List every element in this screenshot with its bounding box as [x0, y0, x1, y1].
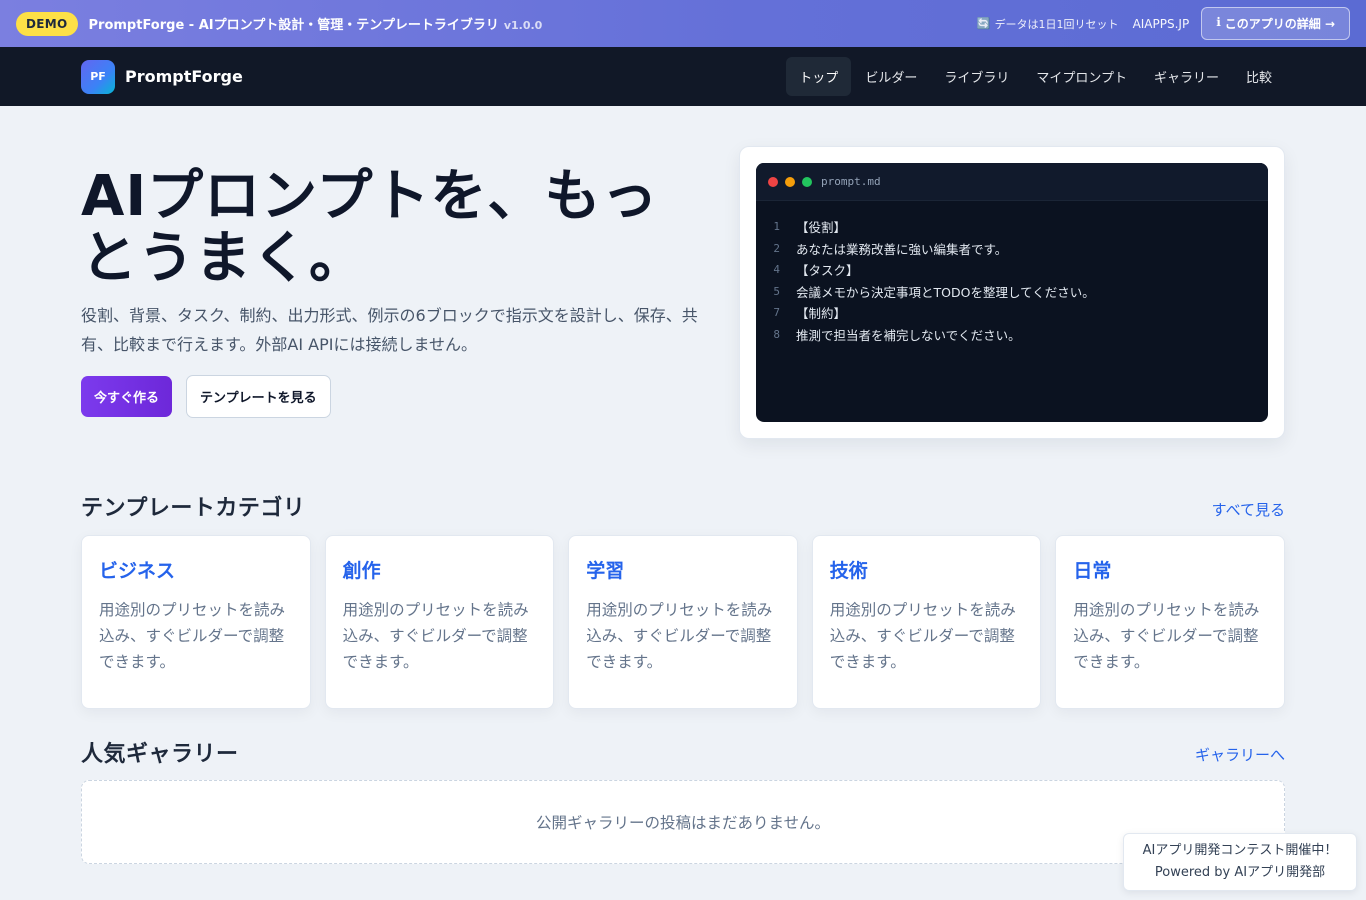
code-line: 7 【制約】: [756, 302, 1268, 324]
nav-link-gallery[interactable]: ギャラリー: [1141, 57, 1232, 96]
line-number: 7: [773, 306, 780, 320]
card-title: 学習: [586, 560, 625, 582]
code-line: 4 【タスク】: [756, 259, 1268, 281]
code-editor-preview: prompt.md 1 【役割】 2 あなたは業務改善に強い編集者です。 4 【タスク…: [756, 163, 1268, 422]
nav-link-library[interactable]: ライブラリ: [931, 57, 1022, 96]
card-description: 用途別のプリセットを読み込み、すぐビルダーで調整できます。: [99, 601, 286, 671]
prompt-preview-card: prompt.md 1 【役割】 2 あなたは業務改善に強い編集者です。 4 【タスク…: [739, 146, 1285, 439]
editor-titlebar: prompt.md: [756, 163, 1268, 201]
code-text: 推測で担当者を補完しないでください。: [796, 327, 1021, 343]
code-line: 8 推測で担当者を補完しないでください。: [756, 324, 1268, 346]
category-card-creative[interactable]: 創作 用途別のプリセットを読み込み、すぐビルダーで調整できます。: [324, 535, 555, 709]
demo-badge: DEMO: [16, 11, 78, 36]
site-link[interactable]: AIAPPS.JP: [1133, 17, 1190, 31]
view-templates-button[interactable]: テンプレートを見る: [186, 375, 331, 418]
gallery-title: 人気ギャラリー: [81, 742, 239, 767]
nav-link-my-prompts[interactable]: マイプロンプト: [1023, 57, 1140, 96]
nav-link-builder[interactable]: ビルダー: [852, 57, 930, 96]
code-line: 2 あなたは業務改善に強い編集者です。: [756, 238, 1268, 260]
code-text: 【役割】: [796, 220, 847, 236]
editor-filename: prompt.md: [821, 175, 881, 188]
refresh-icon: 🔄: [976, 17, 991, 30]
app-detail-label: このアプリの詳細 →: [1224, 17, 1335, 31]
hero-title: AIプロンプトを、もっとうまく。: [81, 164, 659, 291]
version-label: v1.0.0: [503, 19, 543, 32]
line-number: 4: [773, 263, 780, 277]
card-description: 用途別のプリセットを読み込み、すぐビルダーで調整できます。: [1073, 601, 1260, 671]
contest-line1: AIアプリ開発コンテスト開催中！: [1142, 843, 1338, 858]
contest-badge[interactable]: AIアプリ開発コンテスト開催中！ Powered by AIアプリ開発部: [1123, 833, 1357, 891]
see-all-link[interactable]: すべて見る: [1212, 499, 1285, 520]
code-text: 会議メモから決定事項とTODOを整理してください。: [796, 284, 1095, 300]
category-card-tech[interactable]: 技術 用途別のプリセットを読み込み、すぐビルダーで調整できます。: [811, 535, 1042, 709]
editor-body: 1 【役割】 2 あなたは業務改善に強い編集者です。 4 【タスク】 5 会議メモから決…: [756, 201, 1268, 345]
main-nav: PF PromptForge トップ ビルダー ライブラリ マイプロンプト ギャ…: [0, 47, 1366, 106]
code-text: 【タスク】: [796, 263, 859, 279]
line-number: 5: [773, 284, 780, 298]
code-line: 5 会議メモから決定事項とTODOを整理してください。: [756, 281, 1268, 303]
logo-text[interactable]: PromptForge: [125, 67, 243, 86]
card-title: 日常: [1073, 560, 1112, 582]
code-line: 1 【役割】: [756, 216, 1268, 238]
minimize-dot-icon: [785, 176, 795, 187]
hero-subtitle: 役割、背景、タスク、制約、出力形式、例示の6ブロックで指示文を設計し、保存、共有…: [81, 306, 698, 354]
demo-bar: DEMO PromptForge - AIプロンプト設計・管理・テンプレートライ…: [0, 0, 1366, 47]
demo-bar-right: 🔄 データは1日1回リセット AIAPPS.JP ℹ このアプリの詳細 →: [977, 7, 1350, 40]
line-number: 1: [773, 220, 780, 234]
demo-app-title-text: PromptForge - AIプロンプト設計・管理・テンプレートライブラリ: [88, 18, 499, 33]
card-title: ビジネス: [99, 560, 176, 582]
category-card-learning[interactable]: 学習 用途別のプリセットを読み込み、すぐビルダーで調整できます。: [568, 535, 798, 709]
card-title: 創作: [342, 560, 381, 582]
gallery-link[interactable]: ギャラリーへ: [1195, 744, 1285, 765]
info-icon: ℹ: [1216, 15, 1221, 29]
nav-link-top[interactable]: トップ: [786, 57, 852, 96]
app-detail-button[interactable]: ℹ このアプリの詳細 →: [1201, 7, 1350, 40]
line-number: 2: [773, 241, 780, 255]
reset-notice-text: データは1日1回リセット: [994, 17, 1119, 31]
code-text: 【制約】: [796, 306, 847, 322]
category-card-daily[interactable]: 日常 用途別のプリセットを読み込み、すぐビルダーで調整できます。: [1055, 535, 1285, 709]
category-cards: ビジネス 用途別のプリセットを読み込み、すぐビルダーで調整できます。 創作 用途…: [81, 535, 1285, 709]
reset-notice: 🔄 データは1日1回リセット: [977, 16, 1119, 32]
create-now-button[interactable]: 今すぐ作る: [81, 376, 173, 417]
card-description: 用途別のプリセットを読み込み、すぐビルダーで調整できます。: [586, 601, 773, 671]
close-dot-icon: [768, 176, 778, 187]
nav-link-compare[interactable]: 比較: [1233, 57, 1285, 96]
card-title: 技術: [829, 560, 868, 582]
demo-app-title: PromptForge - AIプロンプト設計・管理・テンプレートライブラリ v1…: [89, 14, 543, 33]
contest-line2: Powered by AIアプリ開発部: [1154, 865, 1326, 880]
card-description: 用途別のプリセットを読み込み、すぐビルダーで調整できます。: [829, 601, 1016, 671]
nav-links: トップ ビルダー ライブラリ マイプロンプト ギャラリー 比較: [785, 57, 1285, 96]
code-text: あなたは業務改善に強い編集者です。: [796, 241, 1008, 257]
line-number: 8: [773, 327, 780, 341]
logo-icon[interactable]: PF: [81, 59, 115, 94]
categories-title: テンプレートカテゴリ: [81, 496, 306, 521]
gallery-empty-state: 公開ギャラリーの投稿はまだありません。: [81, 780, 1285, 864]
maximize-dot-icon: [802, 176, 812, 187]
category-card-business[interactable]: ビジネス 用途別のプリセットを読み込み、すぐビルダーで調整できます。: [81, 535, 311, 709]
card-description: 用途別のプリセットを読み込み、すぐビルダーで調整できます。: [342, 601, 529, 671]
